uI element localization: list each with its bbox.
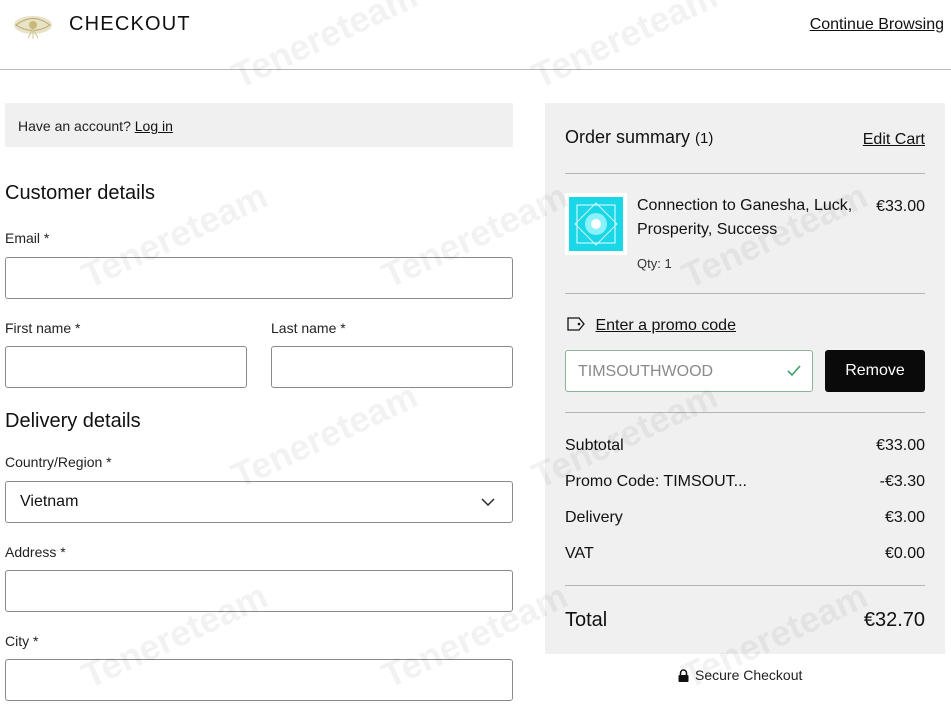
divider <box>565 585 925 586</box>
last-name-field[interactable] <box>271 346 513 388</box>
chevron-down-icon <box>481 498 495 506</box>
product-name: Connection to Ganesha, Luck, Prosperity,… <box>637 197 853 238</box>
page-title: CHECKOUT <box>69 13 191 35</box>
divider <box>565 173 925 174</box>
vat-label: VAT <box>565 545 594 562</box>
watermark: Tenereteam <box>225 374 424 497</box>
email-field[interactable] <box>5 257 513 299</box>
divider <box>565 293 925 294</box>
promo-discount-value: -€3.30 <box>879 473 925 490</box>
product-thumbnail[interactable] <box>565 193 627 255</box>
first-name-label: First name * <box>5 320 81 336</box>
first-name-field[interactable] <box>5 346 247 388</box>
account-prompt: Have an account? <box>18 118 131 134</box>
check-icon <box>787 365 801 377</box>
edit-cart-link[interactable]: Edit Cart <box>863 131 925 149</box>
remove-promo-button[interactable]: Remove <box>825 350 925 392</box>
product-qty: Qty: 1 <box>637 256 672 271</box>
item-count: (1) <box>695 130 714 147</box>
promo-discount-label: Promo Code: TIMSOUT... <box>565 473 747 490</box>
account-bar: Have an account? Log in <box>5 103 513 147</box>
address-label: Address * <box>5 544 66 560</box>
customer-details-heading: Customer details <box>5 182 156 204</box>
country-value: Vietnam <box>20 493 79 510</box>
promo-code-input[interactable]: TIMSOUTHWOOD <box>565 350 813 392</box>
vat-value: €0.00 <box>884 545 925 562</box>
secure-checkout-label: Secure Checkout <box>695 667 803 683</box>
last-name-label: Last name * <box>271 320 346 336</box>
login-link[interactable]: Log in <box>135 118 173 134</box>
product-image <box>569 197 623 251</box>
product-price: €33.00 <box>876 198 925 215</box>
header: CHECKOUT Continue Browsing <box>0 0 951 70</box>
subtotal-label: Subtotal <box>565 437 624 454</box>
promo-code-value: TIMSOUTHWOOD <box>578 363 714 380</box>
city-label: City * <box>5 633 39 649</box>
divider <box>565 412 925 413</box>
total-label: Total <box>565 609 608 631</box>
delivery-label: Delivery <box>565 509 623 526</box>
total-value: €32.70 <box>863 609 925 631</box>
country-select[interactable]: Vietnam <box>5 481 513 523</box>
secure-checkout: Secure Checkout <box>678 667 802 683</box>
country-label: Country/Region * <box>5 454 112 470</box>
email-label: Email * <box>5 230 50 246</box>
order-summary-title: Order summary (1) <box>565 127 713 148</box>
city-field[interactable] <box>5 659 513 701</box>
delivery-details-heading: Delivery details <box>5 410 141 432</box>
order-summary-label: Order summary <box>565 127 691 147</box>
order-summary-panel: Order summary (1) Edit Cart Connection t… <box>545 103 945 654</box>
lock-icon <box>678 669 689 682</box>
promo-code-link[interactable]: Enter a promo code <box>567 317 736 335</box>
address-field[interactable] <box>5 570 513 612</box>
logo[interactable] <box>12 10 54 40</box>
delivery-value: €3.00 <box>884 509 925 526</box>
promo-code-label: Enter a promo code <box>595 317 736 334</box>
subtotal-value: €33.00 <box>876 437 925 454</box>
continue-browsing-link[interactable]: Continue Browsing <box>810 16 944 34</box>
tag-icon <box>567 317 585 331</box>
